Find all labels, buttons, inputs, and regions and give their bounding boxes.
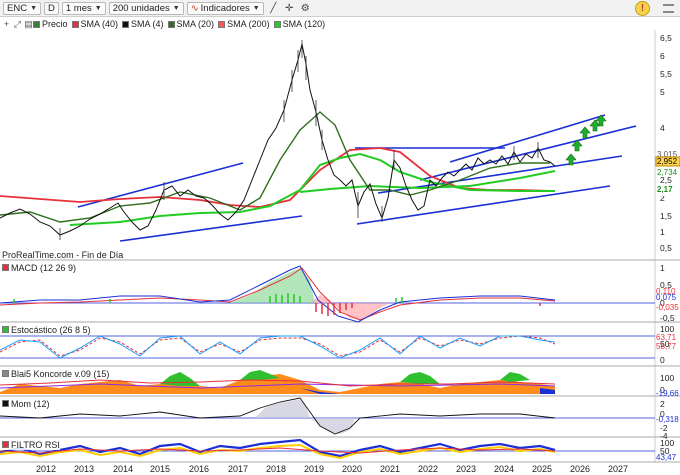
price-tag-label: 2,952: [657, 157, 678, 166]
attribution-text: ProRealTime.com - Fin de Día: [2, 250, 124, 260]
price-tick-label: 5,5: [660, 69, 672, 79]
price-axis: 6,565,55432,521,510,5: [660, 33, 672, 253]
year-label: 2020: [342, 464, 362, 474]
momentum-label[interactable]: Mom (12): [2, 398, 50, 409]
price-tick-label: 0,5: [660, 243, 672, 253]
price-tick-label: 1: [660, 227, 665, 237]
sma-40-line: [0, 147, 556, 208]
macd-tag-label: -0,035: [656, 303, 679, 312]
stochastic-label-text: Estocástico (26 8 5): [11, 324, 91, 335]
price-tick-label: 5: [660, 87, 665, 97]
year-label: 2014: [113, 464, 133, 474]
stochastic-tick-label: 0: [660, 355, 665, 365]
price-tick-label: 1,5: [660, 211, 672, 221]
stochastic-axis: 10050063,7158,77: [656, 324, 677, 365]
macd-tick-label: 1: [660, 263, 665, 273]
momentum-label-text: Mom (12): [11, 398, 50, 409]
price-bars: [59, 40, 539, 240]
legend-swatch: [2, 370, 9, 377]
momentum-axis: 20-2-4-0,318: [656, 399, 679, 441]
year-label: 2023: [456, 464, 476, 474]
time-axis: 2012 2013 2014 2015 2016 2017 2018 2019 2020 2021…: [36, 464, 628, 474]
price-tick-label: 6: [660, 51, 665, 61]
macd-axis: 10,50-0,50,1100,075-0,035: [656, 263, 679, 323]
trend-line-upper-2021: [419, 125, 637, 181]
legend-swatch: [2, 441, 9, 448]
year-label: 2019: [304, 464, 324, 474]
year-label: 2021: [380, 464, 400, 474]
trend-line-lower-2014: [119, 215, 303, 242]
legend-swatch: [2, 400, 9, 407]
koncorde-tag-label: -19,66: [656, 389, 679, 398]
filtro-rsi-label[interactable]: FILTRO RSI: [2, 439, 60, 450]
macd-label[interactable]: MACD (12 26 9): [2, 262, 77, 273]
macd-tick-label: -0,5: [660, 313, 675, 323]
year-label: 2016: [189, 464, 209, 474]
filtro-rsi-label-text: FILTRO RSI: [11, 439, 60, 450]
momentum-panel: [0, 397, 655, 435]
price-tick-label: 4: [660, 123, 665, 133]
year-label: 2027: [608, 464, 628, 474]
stochastic-tag-label: 58,77: [656, 342, 677, 351]
momentum-tick-label: 2: [660, 399, 665, 409]
koncorde-label-text: Blai5 Koncorde v.09 (15): [11, 368, 110, 379]
year-label: 2012: [36, 464, 56, 474]
stochastic-label[interactable]: Estocástico (26 8 5): [2, 324, 91, 335]
filtro-rsi-panel: [0, 438, 655, 460]
koncorde-label[interactable]: Blai5 Koncorde v.09 (15): [2, 368, 110, 379]
legend-swatch: [2, 326, 9, 333]
year-label: 2022: [418, 464, 438, 474]
macd-tag-label: 0,075: [656, 293, 677, 302]
koncorde-axis: 1000-19,66: [656, 373, 679, 398]
filtro-rsi-axis: 1005043,47: [656, 438, 677, 462]
stochastic-panel: [0, 335, 655, 359]
koncorde-tick-label: 100: [660, 373, 674, 383]
year-label: 2018: [266, 464, 286, 474]
year-label: 2017: [228, 464, 248, 474]
stochastic-tag-label: 63,71: [656, 333, 677, 342]
year-label: 2024: [494, 464, 514, 474]
momentum-tag-label: -0,318: [656, 415, 679, 424]
year-label: 2025: [532, 464, 552, 474]
legend-swatch: [2, 264, 9, 271]
macd-label-text: MACD (12 26 9): [11, 262, 77, 273]
up-arrow-icon: [579, 126, 591, 139]
chart-canvas[interactable]: 6,565,55432,521,510,5 3,0152,9522,7342,1…: [0, 0, 680, 475]
year-label: 2013: [74, 464, 94, 474]
signal-arrows: [565, 114, 607, 166]
year-label: 2015: [150, 464, 170, 474]
trend-lines: [77, 114, 637, 242]
macd-panel: [0, 265, 655, 323]
price-tick-label: 6,5: [660, 33, 672, 43]
price-tags: 3,0152,9522,7342,17: [655, 150, 680, 196]
price-tag-label: 2,17: [657, 185, 673, 194]
up-arrow-icon: [589, 119, 601, 132]
filtro-rsi-tag-label: 43,47: [656, 453, 677, 462]
price-tag-label: 2,734: [657, 168, 678, 177]
year-label: 2026: [570, 464, 590, 474]
